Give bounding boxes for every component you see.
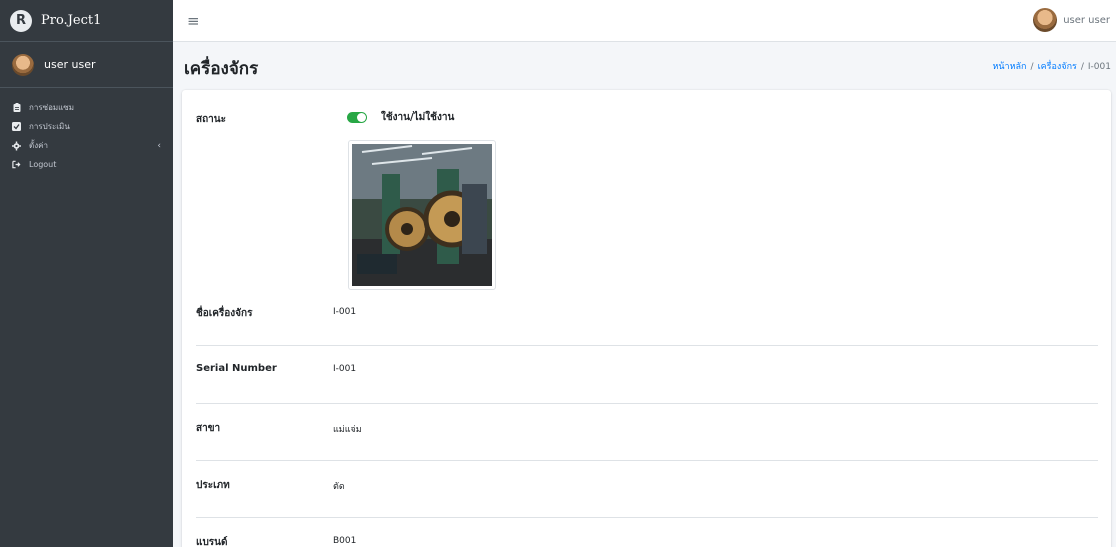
clipboard-icon xyxy=(12,103,21,112)
chevron-left-icon: ‹ xyxy=(157,140,161,151)
breadcrumb-separator: / xyxy=(1080,62,1084,72)
status-label: สถานะ xyxy=(196,114,226,125)
sidebar-item-assessment[interactable]: การประเมิน xyxy=(0,117,173,136)
sidebar-item-repair[interactable]: การซ่อมแซม xyxy=(0,98,173,117)
cog-icon xyxy=(12,141,21,150)
hamburger-icon[interactable]: ≡ xyxy=(187,12,200,30)
divider xyxy=(196,460,1098,461)
check-square-icon xyxy=(12,122,21,131)
sidebar-user-name: user user xyxy=(44,58,96,71)
sidebar-item-label: การซ่อมแซม xyxy=(29,103,74,112)
divider xyxy=(196,345,1098,346)
sign-out-icon xyxy=(12,160,21,169)
field-value-type: ตัด xyxy=(333,482,345,492)
page-title: เครื่องจักร xyxy=(184,59,259,79)
field-label-brand: แบรนด์ xyxy=(196,537,228,547)
topbar-user-name: user user xyxy=(1063,14,1110,26)
sidebar-item-logout[interactable]: Logout xyxy=(0,155,173,174)
breadcrumb: หน้าหลัก / เครื่องจักร / I-001 xyxy=(992,59,1111,73)
brand-link[interactable]: R Pro.Ject1 xyxy=(0,0,173,42)
sidebar-item-label: Logout xyxy=(29,160,57,169)
breadcrumb-separator: / xyxy=(1030,62,1034,72)
field-value-machine-name: I-001 xyxy=(333,307,357,317)
sidebar-nav: การซ่อมแซม การประเมิน ตั้งค่า ‹ Logout xyxy=(0,88,173,174)
breadcrumb-home-link[interactable]: หน้าหลัก xyxy=(992,62,1026,72)
content-header: เครื่องจักร หน้าหลัก / เครื่องจักร / I-001 xyxy=(173,42,1116,90)
field-label-serial-number: Serial Number xyxy=(196,363,277,374)
brand-logo-icon: R xyxy=(10,9,32,32)
machine-photo xyxy=(348,140,496,290)
avatar xyxy=(1033,8,1058,32)
field-value-brand: B001 xyxy=(333,536,357,546)
topbar: ≡ user user xyxy=(173,0,1116,42)
field-value-serial-number: I-001 xyxy=(333,364,357,374)
sidebar-item-settings[interactable]: ตั้งค่า ‹ xyxy=(0,136,173,155)
topbar-user-menu[interactable]: user user xyxy=(1033,8,1110,32)
sidebar-user-panel[interactable]: user user xyxy=(0,42,173,88)
field-label-type: ประเภท xyxy=(196,480,230,491)
field-label-machine-name: ชื่อเครื่องจักร xyxy=(196,308,253,319)
machine-detail-card: สถานะ ใช้งาน/ไม่ใช้งาน ชื่อเครื่องจักร I… xyxy=(182,90,1111,547)
sidebar-item-label: ตั้งค่า xyxy=(29,141,48,150)
status-toggle-label[interactable]: ใช้งาน/ไม่ใช้งาน xyxy=(381,110,454,125)
field-value-branch: แม่แจ่ม xyxy=(333,425,362,435)
toggle-knob xyxy=(357,113,366,122)
divider xyxy=(196,403,1098,404)
sidebar: R Pro.Ject1 user user การซ่อมแซม การประเ… xyxy=(0,0,173,547)
breadcrumb-machines-link[interactable]: เครื่องจักร xyxy=(1038,62,1077,72)
machine-image xyxy=(352,144,492,286)
breadcrumb-current: I-001 xyxy=(1087,62,1111,72)
avatar xyxy=(12,53,34,76)
sidebar-item-label: การประเมิน xyxy=(29,122,70,131)
field-label-branch: สาขา xyxy=(196,423,221,434)
divider xyxy=(196,517,1098,518)
status-toggle[interactable] xyxy=(347,112,367,123)
brand-name: Pro.Ject1 xyxy=(41,13,102,28)
